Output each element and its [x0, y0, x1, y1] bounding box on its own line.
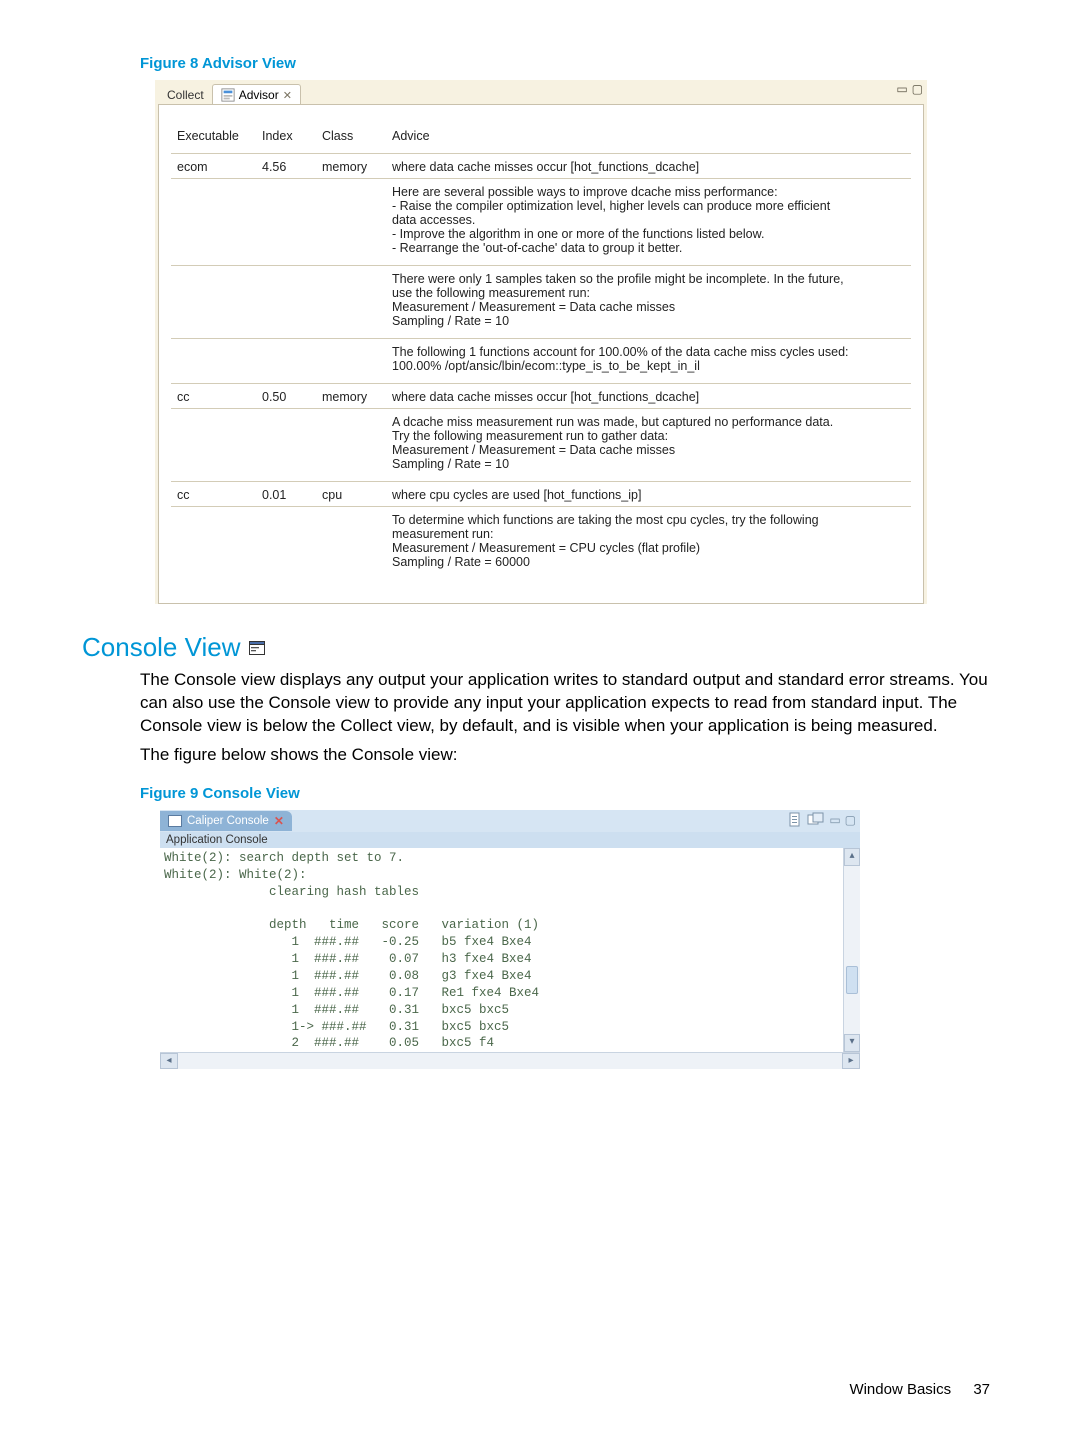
advice-detail: A dcache miss measurement run was made, … — [171, 415, 911, 477]
footer-page-number: 37 — [973, 1381, 990, 1398]
footer-section: Window Basics — [849, 1381, 951, 1398]
close-icon[interactable]: ✕ — [274, 814, 284, 828]
cell-advice-headline: where data cache misses occur [hot_funct… — [392, 160, 911, 174]
advisor-icon — [221, 88, 235, 102]
console-output-area[interactable]: White(2): search depth set to 7. White(2… — [160, 848, 860, 1052]
th-class[interactable]: Class — [322, 129, 392, 143]
advice-text: To determine which functions are taking … — [392, 513, 911, 575]
console-tab-icon — [168, 815, 182, 827]
maximize-icon[interactable]: ▢ — [912, 82, 923, 96]
scroll-left-arrow-icon[interactable]: ◂ — [160, 1053, 178, 1069]
cell-index: 0.01 — [262, 488, 322, 502]
document-icon[interactable] — [787, 812, 803, 828]
table-row: ecom 4.56 memory where data cache misses… — [171, 160, 911, 174]
advice-text: There were only 1 samples taken so the p… — [392, 272, 911, 334]
console-description-1: The Console view displays any output you… — [140, 669, 990, 738]
scroll-thumb[interactable] — [846, 966, 858, 994]
cell-advice-headline: where data cache misses occur [hot_funct… — [392, 390, 911, 404]
section-heading-text: Console View — [82, 632, 241, 663]
minimize-icon[interactable]: ▭ — [896, 82, 907, 96]
vertical-scrollbar[interactable]: ▴ ▾ — [843, 848, 860, 1052]
cell-index: 4.56 — [262, 160, 322, 174]
cell-executable: cc — [171, 390, 262, 404]
console-description-2: The figure below shows the Console view: — [140, 744, 990, 767]
advice-detail: There were only 1 samples taken so the p… — [171, 272, 911, 334]
panel-window-controls: ▭ ▢ — [896, 82, 923, 96]
cell-executable: ecom — [171, 160, 262, 174]
console-subtitle: Application Console — [160, 832, 860, 848]
console-output-text: White(2): search depth set to 7. White(2… — [160, 848, 860, 1052]
consoles-icon[interactable] — [807, 812, 825, 828]
figure9-caption: Figure 9 Console View — [140, 785, 1080, 802]
tab-advisor[interactable]: Advisor ✕ — [212, 84, 301, 104]
advisor-tabbar: Collect Advisor ✕ ▭ ▢ — [155, 80, 927, 104]
tab-caliper-console[interactable]: Caliper Console ✕ — [160, 811, 292, 831]
advice-detail: To determine which functions are taking … — [171, 513, 911, 575]
tab-collect-label: Collect — [167, 88, 204, 102]
advisor-table-header: Executable Index Class Advice — [171, 119, 911, 153]
scroll-right-arrow-icon[interactable]: ▸ — [842, 1053, 860, 1069]
advice-text: The following 1 functions account for 10… — [392, 345, 911, 379]
tab-caliper-console-label: Caliper Console — [187, 815, 269, 827]
table-row: cc 0.01 cpu where cpu cycles are used [h… — [171, 488, 911, 502]
minimize-icon[interactable]: ▭ — [829, 813, 840, 827]
advice-detail: Here are several possible ways to improv… — [171, 185, 911, 261]
advisor-panel-body: Executable Index Class Advice ecom 4.56 … — [158, 104, 924, 604]
console-tabbar: Caliper Console ✕ ▭ ▢ — [160, 810, 860, 832]
th-executable[interactable]: Executable — [171, 129, 262, 143]
console-icon — [249, 641, 265, 655]
cell-class: cpu — [322, 488, 392, 502]
tab-collect[interactable]: Collect — [159, 85, 212, 104]
cell-class: memory — [322, 390, 392, 404]
scroll-down-arrow-icon[interactable]: ▾ — [844, 1034, 860, 1052]
page-footer: Window Basics 37 — [849, 1381, 990, 1398]
maximize-icon[interactable]: ▢ — [845, 813, 856, 827]
tab-advisor-label: Advisor — [239, 88, 279, 102]
scroll-up-arrow-icon[interactable]: ▴ — [844, 848, 860, 866]
cell-executable: cc — [171, 488, 262, 502]
advice-detail: The following 1 functions account for 10… — [171, 345, 911, 379]
th-index[interactable]: Index — [262, 129, 322, 143]
cell-advice-headline: where cpu cycles are used [hot_functions… — [392, 488, 911, 502]
figure8-caption: Figure 8 Advisor View — [140, 55, 1080, 72]
close-icon[interactable]: ✕ — [283, 89, 292, 102]
th-advice[interactable]: Advice — [392, 129, 911, 143]
section-heading-console: Console View — [82, 632, 1080, 663]
cell-class: memory — [322, 160, 392, 174]
cell-index: 0.50 — [262, 390, 322, 404]
console-toolbar: ▭ ▢ — [787, 812, 856, 828]
advice-text: Here are several possible ways to improv… — [392, 185, 911, 261]
advice-text: A dcache miss measurement run was made, … — [392, 415, 911, 477]
horizontal-scrollbar[interactable]: ◂ ▸ — [160, 1052, 860, 1069]
table-row: cc 0.50 memory where data cache misses o… — [171, 390, 911, 404]
console-view-panel: Caliper Console ✕ ▭ ▢ Application Consol… — [160, 810, 860, 1069]
advisor-view-panel: Collect Advisor ✕ ▭ ▢ Executable — [155, 80, 927, 604]
